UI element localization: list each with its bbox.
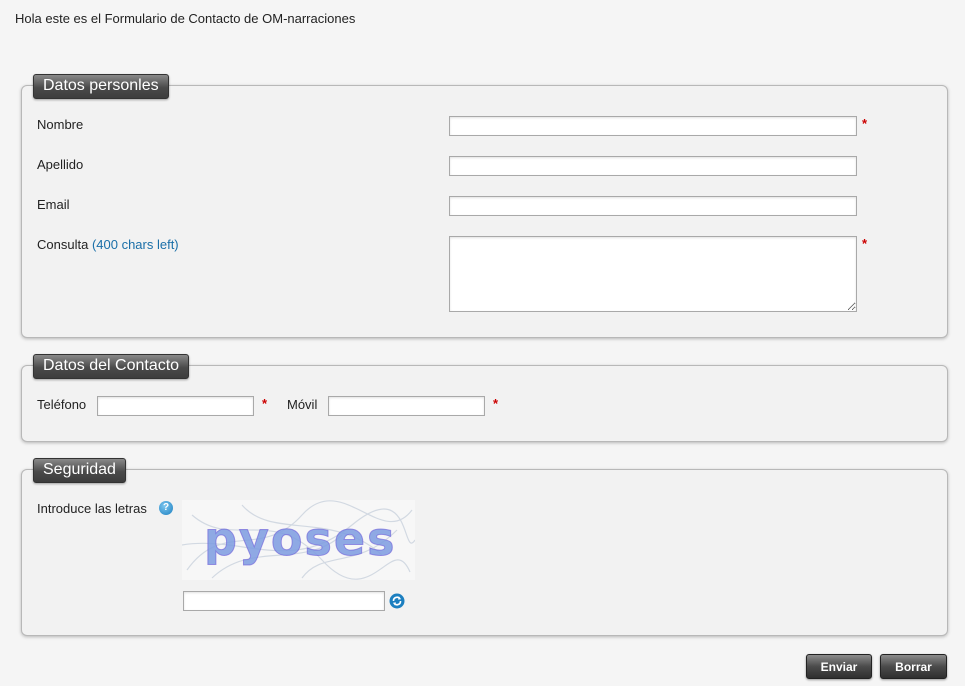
consulta-required-mark: * (862, 236, 868, 251)
captcha-text: pyoses (204, 512, 396, 566)
telefono-required-mark: * (262, 396, 268, 411)
fieldset-legend-personal: Datos personles (33, 74, 169, 99)
fieldset-personal-data: Datos personles Nombre * Apellido Email … (21, 74, 948, 338)
nombre-input[interactable] (449, 116, 857, 136)
email-input[interactable] (449, 196, 857, 216)
fieldset-legend-security: Seguridad (33, 458, 126, 483)
email-label: Email (37, 197, 70, 212)
fieldset-security: Seguridad Introduce las letras ? pyoses (21, 458, 948, 636)
fieldset-legend-contact: Datos del Contacto (33, 354, 190, 379)
nombre-required-mark: * (862, 116, 868, 131)
movil-label: Móvil (287, 397, 318, 412)
captcha-input[interactable] (183, 591, 385, 611)
help-bubble-icon[interactable]: ? (159, 501, 173, 515)
apellido-label: Apellido (37, 157, 84, 172)
apellido-input[interactable] (449, 156, 857, 176)
refresh-icon[interactable] (389, 593, 405, 609)
movil-input[interactable] (328, 396, 485, 416)
captcha-graphic: pyoses (181, 500, 416, 580)
fieldset-contact-data: Datos del Contacto Teléfono * Móvil * (21, 354, 948, 442)
consulta-label: Consulta (400 chars left) (37, 237, 179, 252)
movil-required-mark: * (493, 396, 499, 411)
consulta-label-text: Consulta (37, 237, 89, 252)
nombre-label: Nombre (37, 117, 84, 132)
telefono-input[interactable] (97, 396, 254, 416)
telefono-label: Teléfono (37, 397, 87, 412)
page-intro: Hola este es el Formulario de Contacto d… (15, 11, 356, 26)
consulta-textarea[interactable] (449, 236, 857, 312)
submit-button[interactable]: Enviar (806, 654, 872, 679)
reset-button[interactable]: Borrar (880, 654, 947, 679)
captcha-label: Introduce las letras (37, 501, 147, 516)
consulta-chars-left: (400 chars left) (91, 237, 179, 252)
captcha-image: pyoses (181, 500, 416, 580)
